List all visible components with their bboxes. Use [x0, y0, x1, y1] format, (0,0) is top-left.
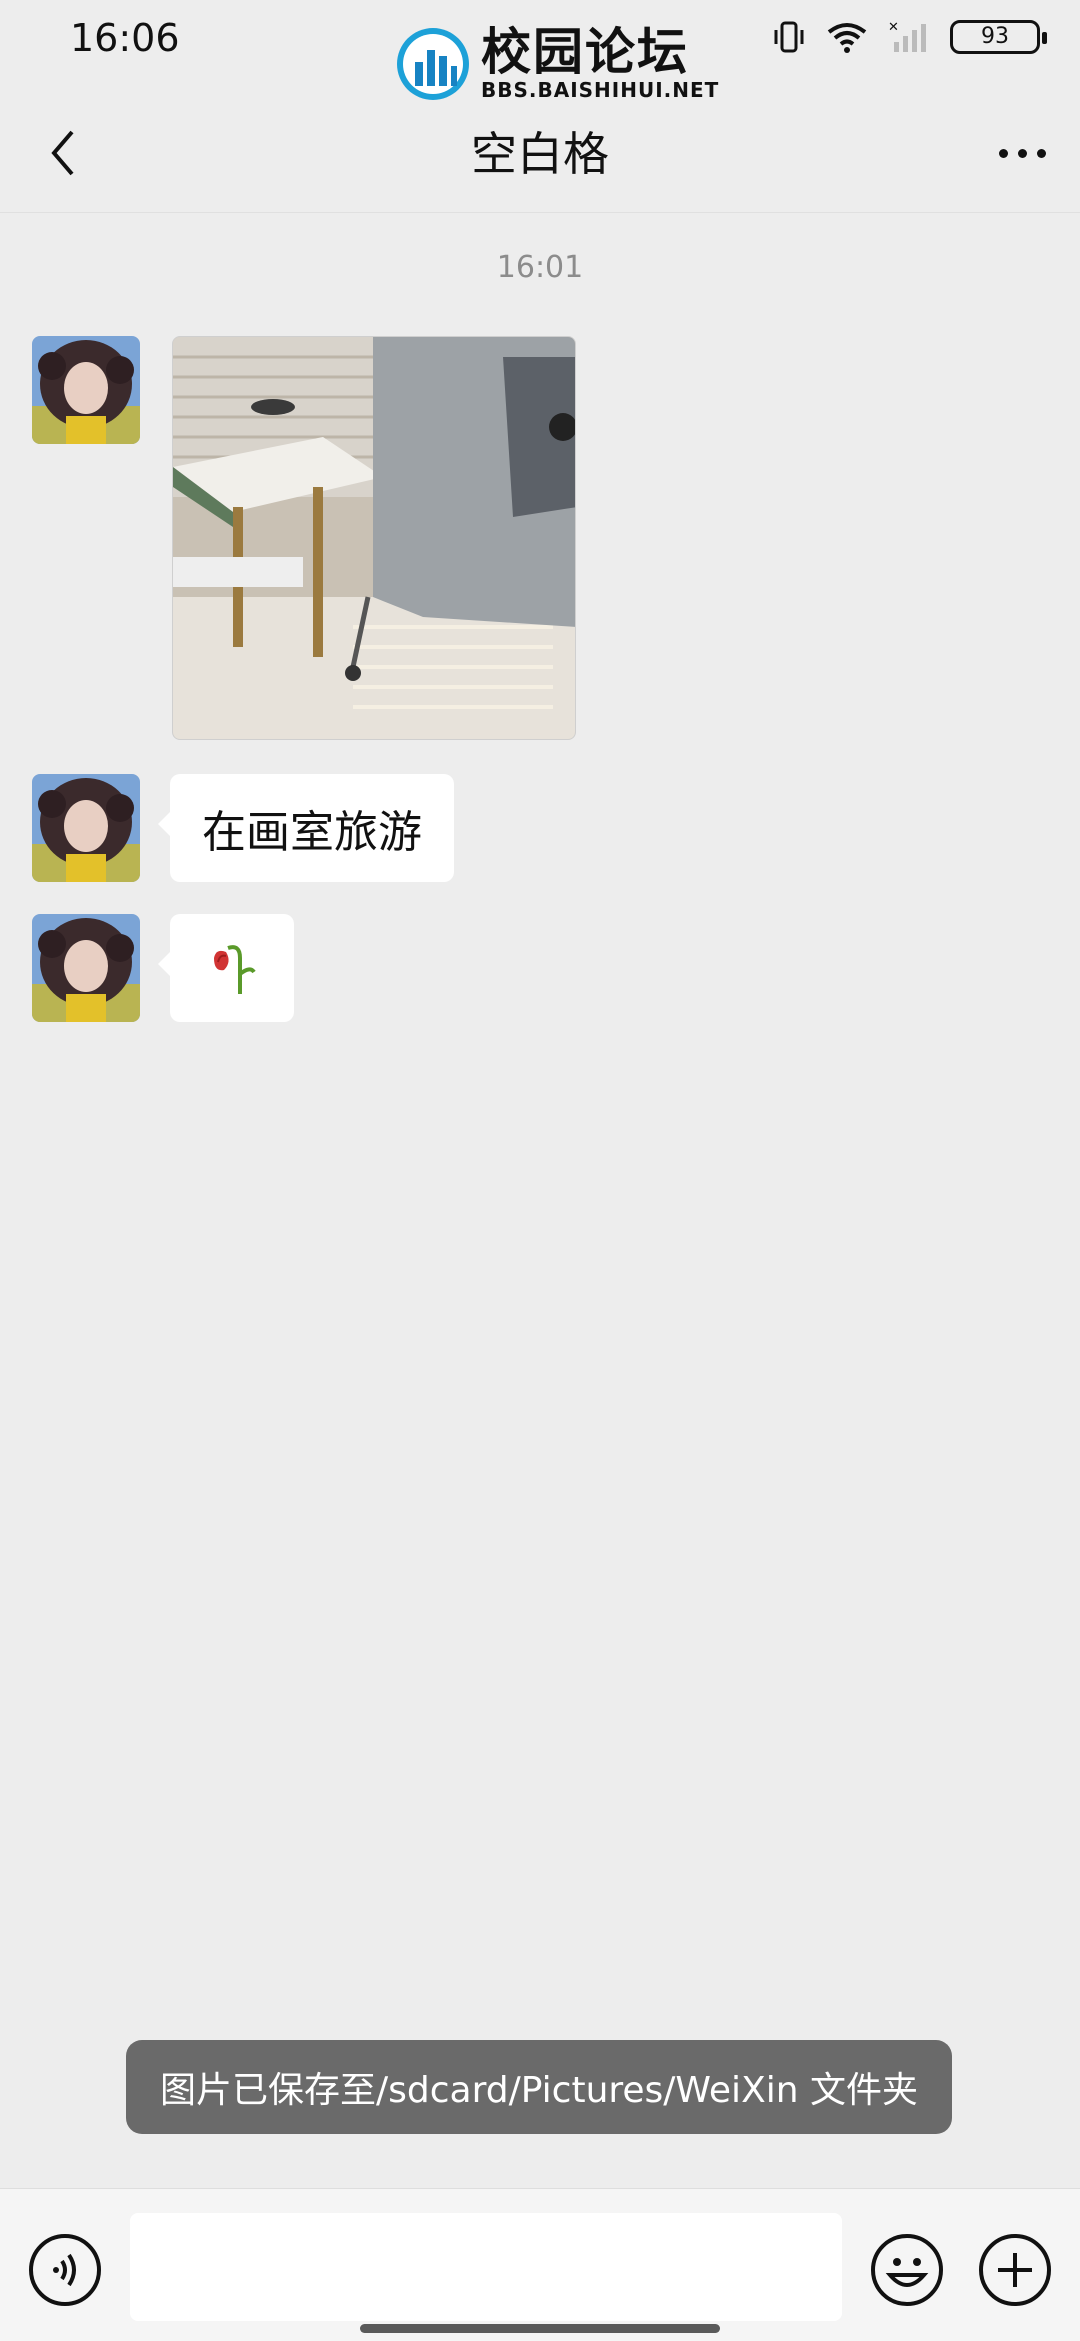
text-message[interactable]: 在画室旅游 [158, 774, 454, 882]
avatar[interactable] [32, 774, 140, 882]
home-indicator[interactable] [360, 2324, 720, 2333]
chat-title: 空白格 [471, 127, 609, 181]
image-message[interactable] [172, 336, 576, 740]
input-bar [0, 2188, 1080, 2341]
avatar-image [32, 336, 140, 444]
watermark-title: 校园论坛 [481, 23, 689, 81]
save-toast: 图片已保存至/sdcard/Pictures/WeiXin 文件夹 [126, 2040, 952, 2134]
avatar-image [32, 774, 140, 882]
header-divider [0, 212, 1080, 213]
battery-icon: 93 [950, 20, 1047, 54]
avatar[interactable] [32, 914, 140, 1022]
plus-icon [979, 2234, 1051, 2306]
more-icon [998, 148, 1008, 158]
message-input[interactable] [130, 2213, 842, 2321]
signal-icon: ✕ [888, 20, 926, 52]
more-icon-dot [1036, 148, 1046, 158]
status-time: 16:06 [70, 16, 180, 60]
voice-icon [29, 2234, 101, 2306]
voice-button[interactable] [28, 2233, 102, 2307]
avatar[interactable] [32, 336, 140, 444]
message-row [32, 914, 294, 1022]
emoji-message[interactable] [158, 914, 294, 1022]
wifi-icon [827, 23, 867, 53]
wilted-flower-icon [214, 945, 256, 994]
studio-photo [173, 337, 575, 739]
emoji-icon [871, 2234, 943, 2306]
chat-header: 空白格 [0, 90, 1080, 210]
message-row: 在画室旅游 [32, 774, 454, 882]
message-row [32, 336, 576, 740]
status-icons: ✕ 93 [772, 20, 1047, 54]
emoji-button[interactable] [870, 2233, 944, 2307]
message-timestamp: 16:01 [496, 250, 584, 285]
avatar-image [32, 914, 140, 1022]
more-icon-dot [1017, 148, 1027, 158]
more-functions-button[interactable] [978, 2233, 1052, 2307]
more-button[interactable] [982, 118, 1062, 188]
vibrate-icon [774, 21, 804, 53]
svg-text:✕: ✕ [888, 20, 899, 35]
